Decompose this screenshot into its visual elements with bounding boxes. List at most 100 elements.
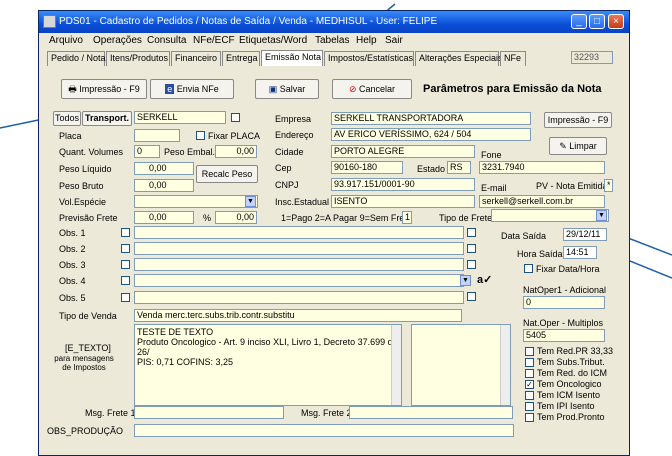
quant-volumes-label: Quant. Volumes: [59, 147, 124, 157]
cidade-field[interactable]: PORTO ALEGRE: [331, 145, 475, 158]
etexto-sub: para mensagens de Impostos: [54, 354, 114, 372]
insc-estadual-field[interactable]: ISENTO: [331, 195, 475, 208]
tipo-frete-label: Tipo de Frete: [439, 213, 493, 223]
obs3-field[interactable]: [134, 258, 464, 271]
cep-field[interactable]: 90160-180: [331, 161, 403, 174]
obs3-label: Obs. 3: [59, 260, 86, 270]
obs-producao-field[interactable]: [134, 424, 514, 437]
obs2-field[interactable]: [134, 242, 464, 255]
empresa-field[interactable]: SERKELL TRANSPORTADORA: [331, 112, 531, 125]
transport-button[interactable]: Transport.: [82, 111, 132, 126]
hora-saida-field[interactable]: 14:51: [563, 246, 597, 259]
natoper-adicional-field[interactable]: 0: [523, 296, 605, 309]
obs1-right-checkbox[interactable]: [467, 228, 476, 237]
transport-checkbox[interactable]: [231, 113, 240, 122]
obs2-right-checkbox[interactable]: [467, 244, 476, 253]
peso-liquido-label: Peso Líquido: [59, 164, 112, 174]
chevron-down-icon[interactable]: ▼: [245, 196, 256, 207]
peso-liquido-field[interactable]: 0,00: [134, 162, 194, 175]
fixar-placa-checkbox[interactable]: [196, 131, 205, 140]
tax-flag-checkbox-checked[interactable]: ✓: [525, 380, 534, 389]
send-nfe-button[interactable]: e Envia NFe: [150, 79, 234, 99]
menu-nfe-ecf[interactable]: NFe/ECF: [193, 35, 235, 46]
maximize-button[interactable]: □: [589, 14, 605, 29]
tipo-venda-field[interactable]: Venda merc.terc.subs.trib.contr.substitu: [134, 309, 462, 322]
print-button[interactable]: 🖶 Impressão - F9: [61, 79, 147, 99]
tab-itens-produtos[interactable]: Itens/Produtos: [106, 51, 170, 66]
save-button[interactable]: ▣ Salvar: [255, 79, 319, 99]
menu-operacoes[interactable]: Operações: [93, 35, 142, 46]
tab-pedido-nota[interactable]: Pedido / Nota: [47, 51, 106, 66]
estado-field[interactable]: RS: [447, 161, 471, 174]
spell-check-icon[interactable]: a✓: [477, 273, 493, 289]
obs4-checkbox[interactable]: [121, 276, 130, 285]
empresa-label: Empresa: [275, 114, 312, 124]
tax-flag-label: Tem Subs.Tribut.: [537, 357, 605, 367]
tab-entrega[interactable]: Entrega: [222, 51, 260, 66]
vol-especie-select[interactable]: [134, 195, 258, 208]
email-field[interactable]: serkell@serkell.com.br: [479, 195, 605, 208]
tab-alteracoes[interactable]: Alterações Especiais: [415, 51, 503, 66]
obs3-checkbox[interactable]: [121, 260, 130, 269]
quant-volumes-field[interactable]: 0: [134, 145, 160, 158]
fixar-data-checkbox[interactable]: [524, 264, 533, 273]
data-saida-field[interactable]: 29/12/11: [563, 228, 607, 241]
menu-tabelas[interactable]: Tabelas: [315, 35, 349, 46]
tab-financeiro[interactable]: Financeiro: [171, 51, 221, 66]
recalc-peso-button[interactable]: Recalc Peso: [196, 165, 258, 183]
previsao-frete-field[interactable]: 0,00: [134, 211, 194, 224]
side-textarea[interactable]: [411, 324, 511, 406]
obs5-field[interactable]: [134, 291, 464, 304]
obs4-field[interactable]: [134, 274, 464, 287]
msg-frete2-label: Msg. Frete 2: [301, 408, 352, 418]
close-button[interactable]: ×: [608, 14, 624, 29]
menu-arquivo[interactable]: Arquivo: [49, 35, 83, 46]
side-scrollbar[interactable]: [500, 325, 510, 405]
chevron-down-icon[interactable]: ▼: [596, 210, 607, 221]
etexto-textarea[interactable]: TESTE DE TEXTO Produto Oncologico - Art.…: [134, 324, 402, 406]
placa-field[interactable]: [134, 129, 180, 142]
msg-frete1-field[interactable]: [134, 406, 284, 419]
minimize-button[interactable]: _: [571, 14, 587, 29]
menu-consulta[interactable]: Consulta: [147, 35, 186, 46]
transport-field[interactable]: SERKELL: [134, 111, 226, 124]
obs5-checkbox[interactable]: [121, 293, 130, 302]
cancel-button[interactable]: ⊘ Cancelar: [332, 79, 412, 99]
obs4-right-checkbox[interactable]: [467, 292, 476, 301]
frete-field[interactable]: 1: [402, 211, 412, 224]
tab-emissao-nota[interactable]: Emissão Nota: [261, 50, 323, 66]
obs3-right-checkbox[interactable]: [467, 260, 476, 269]
cnpj-field[interactable]: 93.917.151/0001-90: [331, 178, 475, 191]
menu-sair[interactable]: Sair: [385, 35, 403, 46]
natoper-multiplos-field[interactable]: 5405: [523, 329, 605, 342]
menu-etiquetas-word[interactable]: Etiquetas/Word: [239, 35, 307, 46]
tipo-venda-label: Tipo de Venda: [59, 311, 117, 321]
obs2-checkbox[interactable]: [121, 244, 130, 253]
tab-impostos[interactable]: Impostos/Estatísticas: [324, 51, 414, 66]
chevron-down-icon[interactable]: ▼: [460, 275, 471, 286]
endereco-field[interactable]: AV ERICO VERÍSSIMO, 624 / 504: [331, 128, 531, 141]
etexto-scrollbar[interactable]: [391, 325, 401, 405]
tax-flag-checkbox[interactable]: [525, 347, 534, 356]
peso-bruto-field[interactable]: 0,00: [134, 179, 194, 192]
tipo-frete-select[interactable]: [491, 209, 609, 222]
obs1-checkbox[interactable]: [121, 228, 130, 237]
tax-flag-checkbox[interactable]: [525, 369, 534, 378]
obs1-field[interactable]: [134, 226, 464, 239]
tax-flag-checkbox[interactable]: [525, 413, 534, 422]
tax-flag-checkbox[interactable]: [525, 402, 534, 411]
fone-field[interactable]: 3231.7940: [479, 161, 605, 174]
fone-label: Fone: [481, 150, 502, 160]
fixar-data-label: Fixar Data/Hora: [536, 264, 600, 274]
tax-flag-checkbox[interactable]: [525, 358, 534, 367]
print-f9-button[interactable]: Impressão - F9: [544, 112, 612, 128]
peso-embal-field[interactable]: 0,00: [215, 145, 257, 158]
todos-button[interactable]: Todos: [53, 111, 81, 126]
tab-nfe[interactable]: NFe: [500, 51, 526, 66]
msg-frete2-field[interactable]: [349, 406, 513, 419]
cnpj-label: CNPJ: [275, 180, 299, 190]
menu-help[interactable]: Help: [356, 35, 377, 46]
percent-field[interactable]: 0,00: [215, 211, 257, 224]
tax-flag-checkbox[interactable]: [525, 391, 534, 400]
clean-button[interactable]: ✎ Limpar: [549, 137, 607, 155]
